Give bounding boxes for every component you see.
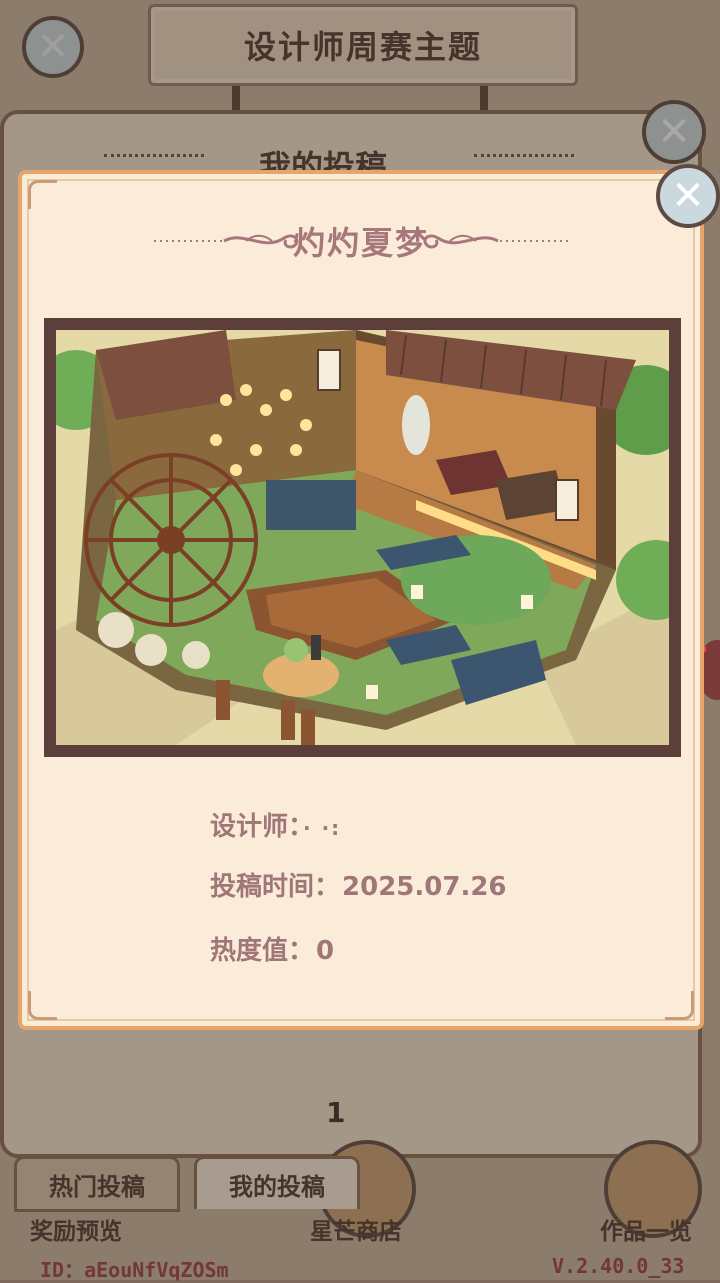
- submission-detail-modal: ✕ 灼灼夏梦 设计师： · ·: 投稿时间：2025.07.26 热度值：0: [18, 164, 720, 1030]
- designer-label: 设计师：: [210, 812, 302, 842]
- submission-time-value: 2025.07.26: [342, 872, 507, 902]
- modal-title: 灼灼夏梦: [292, 224, 429, 262]
- corner-ornament: [665, 991, 694, 1020]
- submission-time-row: 投稿时间：2025.07.26: [210, 866, 507, 903]
- title-flourish-right-icon: [423, 234, 568, 249]
- submission-time-label: 投稿时间：: [210, 872, 341, 902]
- heat-row: 热度值：0: [210, 930, 334, 967]
- corner-ornament: [28, 991, 57, 1020]
- designer-row: 设计师： · ·:: [210, 806, 341, 843]
- room-artwork-image: [56, 330, 669, 745]
- heat-label: 热度值：: [210, 936, 315, 966]
- close-x-icon: ✕: [671, 173, 705, 219]
- heat-value: 0: [316, 936, 335, 966]
- designer-name: · ·:: [303, 816, 342, 840]
- submission-artwork[interactable]: [44, 318, 681, 757]
- corner-ornament: [28, 180, 57, 209]
- modal-close-button[interactable]: ✕: [656, 164, 720, 228]
